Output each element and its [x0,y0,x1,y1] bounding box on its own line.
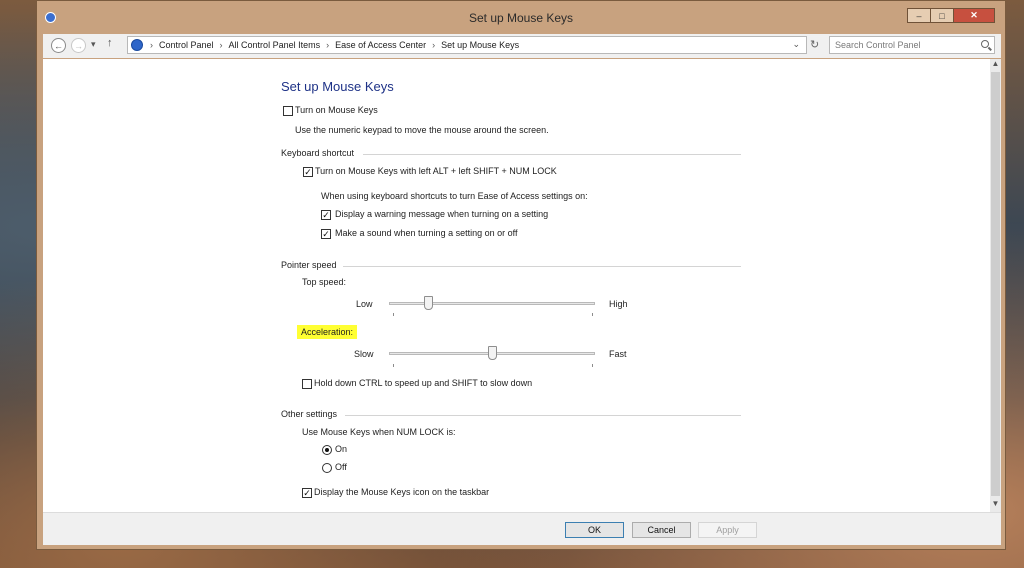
search-box[interactable] [829,36,995,54]
keyboard-shortcut-heading: Keyboard shortcut [281,148,355,158]
numlock-off-label[interactable]: Off [335,462,347,472]
chevron-down-icon[interactable]: ⌄ [792,39,800,50]
acceleration-label: Acceleration: [297,325,358,339]
close-button[interactable]: ✕ [953,8,995,23]
ok-button[interactable]: OK [565,522,624,538]
settings-panel: Set up Mouse Keys Turn on Mouse Keys Use… [43,59,990,512]
back-arrow-icon[interactable]: ← [51,38,66,53]
shortcut-label[interactable]: Turn on Mouse Keys with left ALT + left … [315,166,557,176]
turn-on-mouse-keys-label[interactable]: Turn on Mouse Keys [295,105,378,115]
group-divider [363,154,741,155]
recent-pages-chevron-icon[interactable]: ▾ [91,39,96,50]
address-bar[interactable]: › Control Panel › All Control Panel Item… [127,36,807,54]
slider-tick [592,364,593,367]
scroll-up-icon[interactable]: ▲ [990,59,1001,72]
vertical-scrollbar[interactable]: ▲ ▼ [990,59,1001,512]
warning-checkbox[interactable]: ✓ [321,210,331,220]
numlock-on-label[interactable]: On [335,444,347,454]
ctrl-shift-label[interactable]: Hold down CTRL to speed up and SHIFT to … [314,378,532,388]
window-title: Set up Mouse Keys [468,11,574,25]
ctrl-shift-checkbox[interactable] [302,379,312,389]
chevron-right-icon[interactable]: › [432,40,435,50]
taskbar-icon-checkbox[interactable]: ✓ [302,488,312,498]
breadcrumb-control-panel[interactable]: Control Panel [159,40,214,50]
top-speed-high-label: High [609,299,628,309]
turn-on-mouse-keys-checkbox[interactable] [283,106,293,116]
taskbar-icon-label[interactable]: Display the Mouse Keys icon on the taskb… [314,487,489,497]
chevron-right-icon[interactable]: › [150,40,153,50]
slider-tick [393,313,394,316]
top-speed-slider-thumb[interactable] [424,296,434,310]
breadcrumb: › Control Panel › All Control Panel Item… [150,40,519,50]
breadcrumb-current[interactable]: Set up Mouse Keys [441,40,519,50]
chevron-right-icon[interactable]: › [326,40,329,50]
window: Set up Mouse Keys – □ ✕ ← → ▾ ↑ › Contro… [36,0,1006,550]
numlock-off-radio[interactable] [322,463,332,473]
acceleration-slow-label: Slow [354,349,374,359]
top-speed-label: Top speed: [302,277,347,287]
sound-label[interactable]: Make a sound when turning a setting on o… [335,228,517,238]
numlock-on-radio[interactable] [322,445,332,455]
title-bar[interactable]: Set up Mouse Keys – □ ✕ [37,1,1005,34]
search-icon[interactable] [981,40,989,48]
other-settings-heading: Other settings [281,409,338,419]
slider-tick [592,313,593,316]
navigation-bar: ← → ▾ ↑ › Control Panel › All Control Pa… [43,34,1001,58]
sound-checkbox[interactable]: ✓ [321,229,331,239]
page-title: Set up Mouse Keys [281,79,394,94]
acceleration-fast-label: Fast [609,349,627,359]
scrollbar-thumb[interactable] [991,72,1000,496]
forward-arrow-icon[interactable]: → [71,38,86,53]
cancel-button[interactable]: Cancel [632,522,691,538]
breadcrumb-ease-of-access[interactable]: Ease of Access Center [335,40,426,50]
slider-tick [393,364,394,367]
acceleration-slider-thumb[interactable] [487,346,497,360]
control-panel-icon [131,39,143,51]
shortcut-checkbox[interactable]: ✓ [303,167,313,177]
refresh-icon[interactable]: ↻ [810,38,819,51]
scroll-down-icon[interactable]: ▼ [990,499,1001,512]
search-input[interactable] [835,39,970,51]
turn-on-description: Use the numeric keypad to move the mouse… [295,125,549,135]
breadcrumb-all-items[interactable]: All Control Panel Items [229,40,321,50]
group-divider [345,415,741,416]
apply-button[interactable]: Apply [698,522,757,538]
maximize-button[interactable]: □ [930,8,954,23]
numlock-label: Use Mouse Keys when NUM LOCK is: [302,427,456,437]
shortcut-info-text: When using keyboard shortcuts to turn Ea… [321,191,588,201]
up-arrow-icon[interactable]: ↑ [107,37,113,49]
top-speed-low-label: Low [356,299,373,309]
pointer-speed-heading: Pointer speed [281,260,337,270]
top-speed-slider-track[interactable] [389,302,595,305]
minimize-button[interactable]: – [907,8,931,23]
dialog-footer: OK Cancel Apply [43,512,1001,545]
warning-label[interactable]: Display a warning message when turning o… [335,209,548,219]
chevron-right-icon[interactable]: › [220,40,223,50]
group-divider [343,266,741,267]
